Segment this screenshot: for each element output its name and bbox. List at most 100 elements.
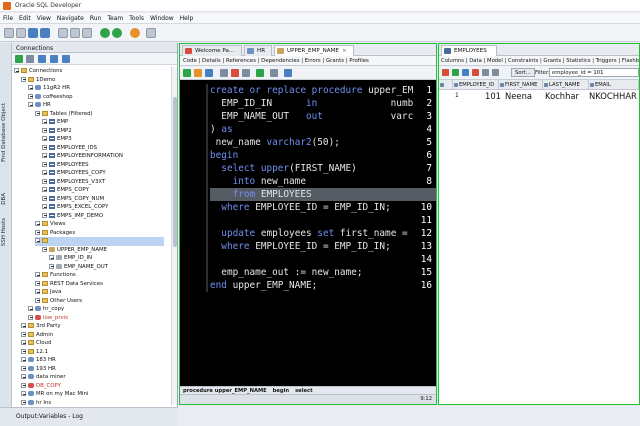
expand-toggle-icon[interactable] <box>35 289 40 294</box>
expand-toggle-icon[interactable] <box>21 374 26 379</box>
filter-input[interactable]: employee_id = 101 <box>549 68 639 77</box>
tree-node[interactable]: EMPLOYEEINFORMATION <box>42 152 123 161</box>
expand-toggle-icon[interactable] <box>35 297 40 303</box>
pin-icon[interactable] <box>442 69 449 76</box>
tree-node[interactable]: Packages <box>35 229 75 238</box>
expand-toggle-icon[interactable] <box>14 68 19 73</box>
tree-node[interactable]: 193 HR <box>21 365 56 374</box>
refresh-icon[interactable] <box>38 55 46 63</box>
expand-toggle-icon[interactable] <box>28 93 33 99</box>
tab-upper-emp-name[interactable]: UPPER_EMP_NAME × <box>274 45 354 56</box>
code-line[interactable]: EMP_ID_IN in numb <box>210 97 413 110</box>
refresh-icon[interactable] <box>452 69 459 76</box>
tree-node[interactable]: REST Data Services <box>35 280 103 289</box>
tree-node[interactable]: EMPS_EXCEL_COPY <box>42 203 108 212</box>
tree-node[interactable]: DB_COPY <box>21 382 61 391</box>
tab-hr[interactable]: HR <box>244 45 272 56</box>
format-icon[interactable] <box>270 69 278 77</box>
save-all-icon[interactable] <box>40 28 50 38</box>
code-line[interactable]: from EMPLOYEES <box>210 188 436 201</box>
sort-button[interactable]: Sort... <box>511 68 535 77</box>
tree-node[interactable]: EMPS_COPY_NUM <box>42 195 104 204</box>
expand-toggle-icon[interactable] <box>28 314 33 320</box>
menu-item-tools[interactable]: Tools <box>126 13 147 24</box>
tree-node[interactable]: Views <box>35 220 66 229</box>
code-line[interactable]: EMP_NAME_OUT out varc <box>210 110 413 123</box>
expand-toggle-icon[interactable] <box>42 212 47 218</box>
expand-toggle-icon[interactable] <box>21 331 26 337</box>
expand-toggle-icon[interactable] <box>42 170 47 175</box>
tree-node[interactable]: EMPLOYEES_COPY <box>42 169 106 178</box>
menu-item-help[interactable]: Help <box>177 13 197 24</box>
expand-toggle-icon[interactable] <box>35 238 40 243</box>
column-header[interactable]: LAST_NAME <box>543 80 589 90</box>
back-icon[interactable] <box>100 28 110 38</box>
expand-toggle-icon[interactable] <box>28 306 33 311</box>
expand-toggle-icon[interactable] <box>42 136 47 141</box>
tree-node[interactable]: Tables (Filtered) <box>35 110 93 119</box>
dba-tab[interactable]: DBA <box>1 193 7 205</box>
tree-node[interactable]: EMPS_IMP_DEMO <box>42 212 103 221</box>
code-line[interactable]: update employees set first_name = <box>210 227 407 240</box>
code-line[interactable]: where EMPLOYEE_ID = EMP_ID_IN; <box>210 201 390 214</box>
tree-node[interactable]: EMP_NAME_OUT <box>49 263 108 272</box>
cell-employee-id[interactable]: 101 <box>485 91 501 101</box>
expand-toggle-icon[interactable] <box>35 229 40 235</box>
find-db-object-tab[interactable]: Find Database Object <box>1 103 7 162</box>
expand-toggle-icon[interactable] <box>21 348 26 354</box>
run-icon[interactable] <box>183 69 191 77</box>
paste-icon[interactable] <box>82 28 92 38</box>
expand-toggle-icon[interactable] <box>35 272 40 277</box>
cell-last-name[interactable]: Kochhar <box>545 91 579 101</box>
column-header[interactable]: EMPLOYEE_ID <box>453 80 499 90</box>
tree-node[interactable]: hr Ins <box>21 399 51 405</box>
expand-toggle-icon[interactable] <box>42 153 47 158</box>
menu-item-file[interactable]: File <box>0 13 16 24</box>
tree-node[interactable]: data miner <box>21 373 66 382</box>
tree-node[interactable]: EMPLOYEE_IDS <box>42 144 97 153</box>
tree-node[interactable]: 12.1 <box>21 348 48 357</box>
expand-toggle-icon[interactable] <box>42 161 47 167</box>
code-line[interactable]: into new_name <box>210 175 306 188</box>
scrollbar-thumb[interactable] <box>173 97 177 247</box>
tree-node[interactable]: EMPLOYEES_V3XT <box>42 178 105 187</box>
expand-toggle-icon[interactable] <box>49 263 54 269</box>
tree-node[interactable]: UPPER_EMP_NAME <box>42 246 107 255</box>
tree-node[interactable]: 3rd Party <box>21 322 61 331</box>
menu-item-team[interactable]: Team <box>104 13 126 24</box>
expand-toggle-icon[interactable] <box>21 357 26 362</box>
expand-toggle-icon[interactable] <box>49 255 54 260</box>
tree-node[interactable]: Admin <box>21 331 53 340</box>
code-line[interactable]: ) as <box>210 123 233 136</box>
forward-icon[interactable] <box>112 28 122 38</box>
debug-icon[interactable] <box>220 69 228 77</box>
output-variables-log-tab[interactable]: Output:Variables - Log <box>16 413 83 420</box>
menu-item-edit[interactable]: Edit <box>16 13 34 24</box>
expand-toggle-icon[interactable] <box>42 195 47 201</box>
expand-toggle-icon[interactable] <box>42 178 47 184</box>
sql-worksheet-icon[interactable] <box>130 28 140 38</box>
dropdown-icon[interactable] <box>146 28 156 38</box>
expand-toggle-icon[interactable] <box>28 85 33 90</box>
new-file-icon[interactable] <box>4 28 14 38</box>
tree-node[interactable]: EMPLOYEES <box>42 161 89 170</box>
tree-node[interactable]: Connections <box>14 67 62 76</box>
insert-row-icon[interactable] <box>462 69 469 76</box>
add-connection-icon[interactable] <box>15 55 23 63</box>
code-line[interactable]: create or replace procedure upper_EM <box>210 84 413 97</box>
tree-node[interactable]: 1Demo <box>21 76 55 85</box>
cell-first-name[interactable]: Neena <box>505 91 532 101</box>
step-icon[interactable] <box>256 69 264 77</box>
code-line[interactable]: new_name varchar2(50); <box>210 136 340 149</box>
expand-toggle-icon[interactable] <box>42 246 47 252</box>
delete-row-icon[interactable] <box>472 69 479 76</box>
edit-icon[interactable] <box>194 69 202 77</box>
tree-node[interactable]: coffeeshop <box>28 93 73 102</box>
tree-node[interactable]: Cloud <box>21 339 51 348</box>
tree-node[interactable]: EMP2 <box>42 127 72 136</box>
tree-node[interactable] <box>35 237 164 246</box>
ssh-hosts-tab[interactable]: SSH Hosts <box>1 218 7 246</box>
code-line[interactable]: end upper_EMP_NAME; <box>210 279 317 292</box>
cell-email[interactable]: NKOCHHAR <box>589 91 639 101</box>
tree-node[interactable]: low_prvis <box>28 314 68 323</box>
